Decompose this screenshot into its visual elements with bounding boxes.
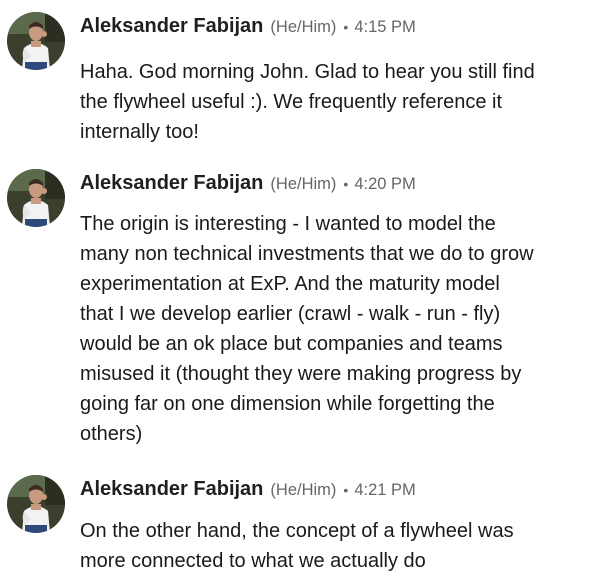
separator-dot: • bbox=[343, 482, 349, 498]
author-name[interactable]: Aleksander Fabijan bbox=[80, 169, 263, 197]
avatar[interactable] bbox=[7, 475, 65, 533]
message-body: The origin is interesting - I wanted to … bbox=[80, 213, 534, 445]
message-header: Aleksander Fabijan (He/Him) • 4:20 PM bbox=[80, 169, 416, 197]
message-body: Haha. God morning John. Glad to hear you… bbox=[80, 61, 535, 143]
avatar[interactable] bbox=[7, 169, 65, 227]
author-name[interactable]: Aleksander Fabijan bbox=[80, 475, 263, 503]
separator-dot: • bbox=[343, 19, 349, 35]
author-name[interactable]: Aleksander Fabijan bbox=[80, 12, 263, 40]
author-pronouns: (He/Him) bbox=[270, 481, 337, 499]
message-body: On the other hand, the concept of a flyw… bbox=[80, 520, 514, 572]
separator-dot: • bbox=[343, 176, 349, 192]
timestamp: 4:21 PM bbox=[354, 481, 416, 499]
avatar[interactable] bbox=[7, 12, 65, 70]
timestamp: 4:15 PM bbox=[354, 18, 416, 36]
message-header: Aleksander Fabijan (He/Him) • 4:15 PM bbox=[80, 12, 416, 40]
author-pronouns: (He/Him) bbox=[270, 18, 337, 36]
timestamp: 4:20 PM bbox=[354, 175, 416, 193]
message-header: Aleksander Fabijan (He/Him) • 4:21 PM bbox=[80, 475, 416, 503]
author-pronouns: (He/Him) bbox=[270, 175, 337, 193]
